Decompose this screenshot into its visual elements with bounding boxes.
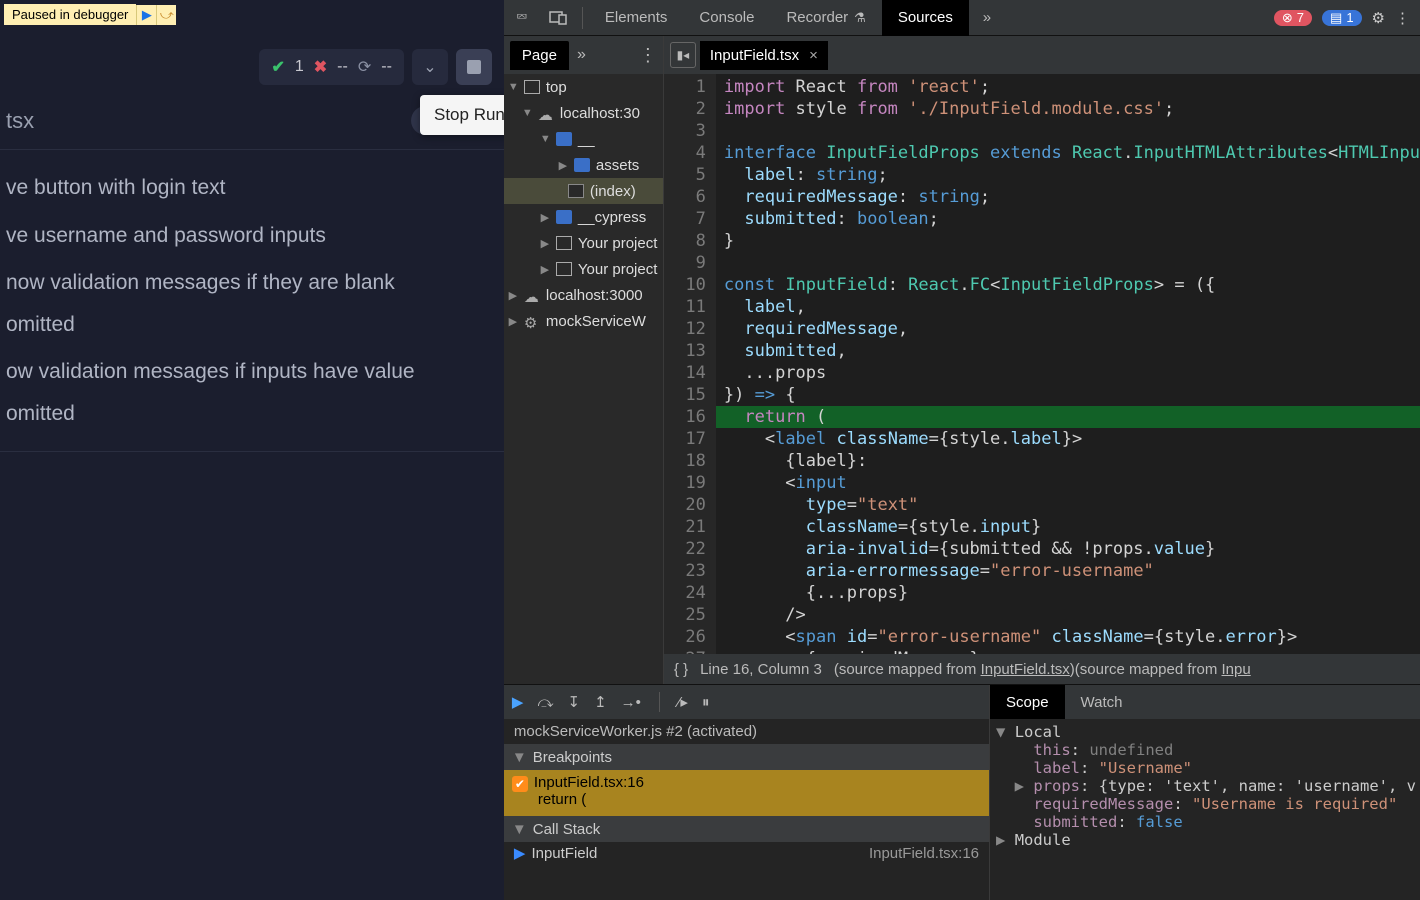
stop-button[interactable]: [456, 49, 492, 85]
stop-tooltip: Stop Running: [420, 95, 504, 135]
current-frame-icon: ▶: [514, 844, 526, 862]
error-count-badge[interactable]: ⊗7: [1274, 10, 1312, 26]
sourcemap-link[interactable]: InputField.tsx: [981, 661, 1070, 678]
file-tree[interactable]: ▼top ▼localhost:30 ▼__ ▶assets (index) ▶…: [504, 74, 663, 684]
editor-tab-label: InputField.tsx: [710, 47, 799, 64]
chevron-down-icon: ⌄: [423, 57, 436, 77]
navigator-kebab-icon[interactable]: ⋮: [639, 45, 657, 66]
step-into-icon[interactable]: ↧: [567, 693, 580, 711]
more-nav-tabs-icon[interactable]: »: [577, 46, 586, 64]
step-icon[interactable]: →•: [621, 694, 641, 711]
navigator-tab-page[interactable]: Page: [510, 41, 569, 70]
tab-console[interactable]: Console: [683, 0, 770, 36]
pause-exceptions-icon[interactable]: ⏸: [702, 694, 710, 711]
service-worker-status: mockServiceWorker.js #2 (activated): [504, 719, 989, 744]
test-item[interactable]: now validation messages if they are blan…: [6, 267, 498, 299]
inspect-icon[interactable]: ⮹: [504, 9, 540, 26]
sourcemap-link-2[interactable]: Inpu: [1222, 661, 1251, 678]
test-item[interactable]: omitted: [6, 398, 498, 430]
callstack-header[interactable]: ▼Call Stack: [504, 816, 989, 842]
scope-panel[interactable]: ▼ Local this: undefined label: "Username…: [990, 719, 1420, 900]
error-icon: ⊗: [1282, 10, 1293, 26]
close-tab-icon[interactable]: ×: [809, 47, 818, 64]
editor-tab[interactable]: InputField.tsx ×: [700, 41, 828, 70]
breakpoints-header[interactable]: ▼Breakpoints: [504, 744, 989, 770]
pass-count: 1: [295, 58, 304, 76]
message-count-badge[interactable]: ▤1: [1322, 10, 1362, 26]
test-item[interactable]: ve button with login text: [6, 172, 498, 204]
more-tabs-icon[interactable]: »: [969, 9, 1005, 26]
pending-count: --: [381, 58, 392, 76]
fail-icon: ✖: [314, 57, 327, 77]
debugger-paused-label: Paused in debugger: [4, 4, 136, 25]
pass-icon: ✔: [271, 57, 284, 77]
test-counts: ✔ 1 ✖ -- ⟳ --: [259, 49, 403, 85]
scope-tab[interactable]: Scope: [990, 685, 1065, 719]
spec-filename: tsx: [6, 108, 34, 134]
stop-icon: [467, 60, 481, 74]
debugger-step-icon[interactable]: ⤻: [156, 5, 176, 25]
tab-sources[interactable]: Sources: [882, 0, 969, 36]
debugger-resume-icon[interactable]: ▶: [136, 5, 156, 25]
test-item[interactable]: omitted: [6, 309, 498, 341]
pending-icon: ⟳: [358, 57, 371, 77]
next-test-button[interactable]: ⌄: [412, 49, 448, 85]
debugger-paused-banner: Paused in debugger ▶ ⤻: [4, 4, 176, 25]
kebab-icon[interactable]: ⋮: [1395, 9, 1410, 27]
toggle-navigator-icon[interactable]: ▮◂: [670, 42, 696, 68]
breakpoint-checkbox[interactable]: ✔: [512, 776, 528, 792]
tab-elements[interactable]: Elements: [589, 0, 684, 36]
step-over-icon[interactable]: ⤼: [537, 694, 553, 711]
breakpoint-row[interactable]: ✔ InputField.tsx:16 return (: [504, 770, 989, 816]
flask-icon: [854, 9, 866, 26]
watch-tab[interactable]: Watch: [1065, 685, 1139, 719]
pretty-print-icon[interactable]: { }: [674, 661, 688, 678]
deactivate-breakpoints-icon[interactable]: ⁄▸: [678, 693, 688, 711]
editor-status-bar: { } Line 16, Column 3 (source mapped fro…: [664, 654, 1420, 684]
settings-icon[interactable]: ⚙: [1372, 9, 1385, 27]
message-icon: ▤: [1330, 10, 1342, 26]
devtools-tabs: ⮹ Elements Console Recorder Sources » ⊗7…: [504, 0, 1420, 36]
test-item[interactable]: ve username and password inputs: [6, 220, 498, 252]
device-icon[interactable]: [540, 11, 576, 25]
test-item[interactable]: ow validation messages if inputs have va…: [6, 356, 498, 388]
step-out-icon[interactable]: ↥: [594, 693, 607, 711]
callstack-frame[interactable]: ▶ InputField InputField.tsx:16: [504, 842, 989, 864]
fail-count: --: [337, 58, 348, 76]
resume-icon[interactable]: ▶: [512, 693, 524, 711]
tab-recorder[interactable]: Recorder: [770, 0, 881, 36]
